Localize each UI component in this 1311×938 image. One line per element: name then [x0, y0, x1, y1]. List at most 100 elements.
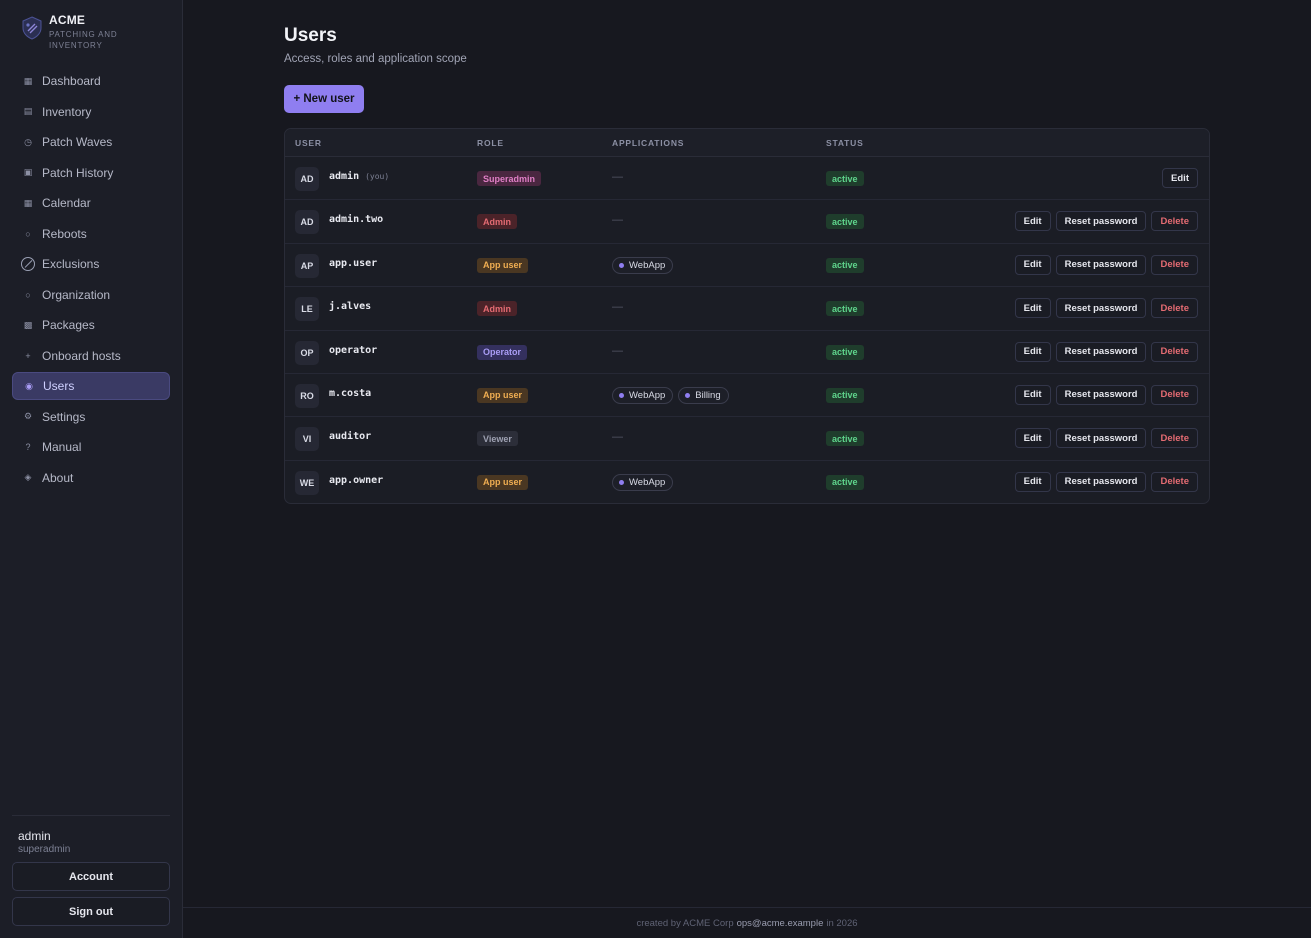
- role-badge: App user: [477, 474, 529, 490]
- delete-button[interactable]: Delete: [1151, 341, 1198, 362]
- reset-password-button[interactable]: Reset password: [1055, 211, 1147, 232]
- sidebar-item-label: Packages: [42, 318, 95, 332]
- no-applications: —: [612, 431, 623, 444]
- reset-password-button[interactable]: Reset password: [1055, 254, 1147, 275]
- table-row: OP operator Operator — active Edit Reset passw…: [285, 331, 1209, 374]
- edit-button[interactable]: Edit: [1162, 168, 1198, 188]
- brand[interactable]: ACME PATCHING AND INVENTORY: [20, 12, 129, 51]
- no-applications: —: [612, 214, 623, 227]
- app-dot-icon: [619, 479, 624, 485]
- role-badge: Admin: [477, 301, 517, 317]
- username: admin.two: [329, 214, 383, 225]
- delete-button[interactable]: Delete: [1151, 254, 1198, 275]
- edit-button[interactable]: Edit: [1014, 471, 1051, 492]
- sidebar-item-label: Patch History: [42, 165, 114, 180]
- sidebar-item-about[interactable]: ◈ About: [12, 464, 170, 492]
- delete-button[interactable]: Delete: [1151, 428, 1198, 449]
- delete-button[interactable]: Delete: [1151, 298, 1198, 319]
- footer-prefix: created by ACME Corp: [636, 917, 734, 929]
- column-header-user: USER: [295, 138, 322, 148]
- sidebar-divider: [12, 815, 170, 816]
- user-avatar: AP: [295, 253, 319, 278]
- page-title: Users: [284, 25, 337, 46]
- sidebar-item-settings[interactable]: ⚙ Settings: [12, 403, 170, 431]
- sidebar-item-calendar[interactable]: ▦ Calendar: [12, 189, 170, 217]
- footer-email-link[interactable]: ops@acme.example: [737, 918, 824, 929]
- table-row: RO m.costa App user WebApp Billing active Edit…: [285, 374, 1209, 418]
- delete-button[interactable]: Delete: [1151, 211, 1198, 232]
- row-actions: Edit Reset password Delete: [1014, 471, 1198, 492]
- user-avatar: OP: [295, 340, 319, 365]
- username: m.costa: [329, 388, 371, 399]
- plus-icon: +: [25, 350, 31, 361]
- username-text: app.owner: [329, 474, 384, 486]
- edit-button[interactable]: Edit: [1014, 298, 1051, 319]
- reset-password-button[interactable]: Reset password: [1055, 471, 1147, 492]
- sidebar-item-exclusions[interactable]: Exclusions: [12, 250, 170, 278]
- current-user-role: superadmin: [18, 844, 71, 855]
- delete-button[interactable]: Delete: [1151, 384, 1198, 405]
- user-avatar: AD: [295, 210, 319, 235]
- sidebar-item-inventory[interactable]: ▤ Inventory: [12, 98, 170, 126]
- sidebar-item-label: Calendar: [42, 196, 91, 210]
- no-applications: —: [612, 301, 623, 314]
- sidebar-item-dashboard[interactable]: ▦ Dashboard: [12, 67, 170, 95]
- users-table: USER ROLE APPLICATIONS STATUS AD admin (yo…: [284, 128, 1210, 504]
- user-avatar: AD: [295, 167, 319, 191]
- edit-button[interactable]: Edit: [1014, 211, 1051, 232]
- username: operator: [329, 345, 377, 356]
- new-user-button[interactable]: + New user: [284, 85, 364, 113]
- row-actions: Edit Reset password Delete: [1014, 211, 1198, 232]
- sidebar-item-patch-history[interactable]: ▣ Patch History: [12, 159, 170, 187]
- application-name: Billing: [695, 389, 721, 401]
- sidebar-item-label: Onboard hosts: [42, 348, 121, 363]
- username-text: auditor: [329, 431, 372, 443]
- app-dot-icon: [619, 262, 624, 268]
- column-header-applications: APPLICATIONS: [612, 138, 685, 148]
- edit-button[interactable]: Edit: [1014, 384, 1051, 405]
- application-list: WebApp: [612, 473, 674, 491]
- clock-icon: ◷: [24, 136, 32, 147]
- edit-button[interactable]: Edit: [1014, 428, 1051, 449]
- page-subtitle: Access, roles and application scope: [284, 53, 467, 65]
- reset-password-button[interactable]: Reset password: [1055, 428, 1147, 449]
- current-user-name: admin: [18, 829, 51, 843]
- reset-password-button[interactable]: Reset password: [1055, 298, 1147, 319]
- calendar-icon: ▦: [23, 197, 33, 208]
- table-row: AD admin.two Admin — active Edit Reset passwor…: [285, 200, 1209, 244]
- dashboard-icon: ▦: [23, 75, 33, 86]
- sidebar-item-label: Reboots: [42, 226, 87, 241]
- row-actions: Edit Reset password Delete: [1014, 384, 1198, 405]
- status-badge: active: [826, 214, 864, 230]
- account-button[interactable]: Account: [12, 862, 170, 891]
- no-applications: —: [612, 171, 623, 183]
- status-badge: active: [826, 257, 864, 273]
- edit-button[interactable]: Edit: [1014, 254, 1051, 275]
- sidebar: ACME PATCHING AND INVENTORY ▦ Dashboard ▤ I…: [0, 0, 183, 938]
- sidebar-item-reboots[interactable]: ○ Reboots: [12, 220, 170, 248]
- role-badge: App user: [477, 387, 529, 403]
- sidebar-item-label: Exclusions: [42, 257, 100, 271]
- user-avatar: WE: [295, 470, 319, 495]
- reset-password-button[interactable]: Reset password: [1055, 384, 1147, 405]
- reboot-icon: ○: [25, 228, 31, 239]
- edit-button[interactable]: Edit: [1014, 341, 1051, 362]
- status-badge: active: [826, 301, 864, 317]
- sidebar-item-packages[interactable]: ▩ Packages: [12, 311, 170, 339]
- status-badge: active: [826, 387, 864, 403]
- reset-password-button[interactable]: Reset password: [1055, 341, 1147, 362]
- footer-suffix: in 2026: [826, 917, 858, 929]
- delete-button[interactable]: Delete: [1151, 471, 1198, 492]
- organization-icon: ○: [25, 289, 31, 300]
- app-dot-icon: [619, 392, 624, 398]
- table-body: AD admin (you) Superadmin — active Edit AD admin…: [285, 157, 1209, 503]
- you-indicator: (you): [365, 172, 390, 181]
- sidebar-item-manual[interactable]: ? Manual: [12, 433, 170, 461]
- package-icon: ▩: [23, 319, 33, 330]
- sign-out-button[interactable]: Sign out: [12, 897, 170, 926]
- sidebar-item-users[interactable]: ◉ Users: [12, 372, 170, 400]
- sidebar-item-organization[interactable]: ○ Organization: [12, 281, 170, 309]
- sidebar-item-onboard-hosts[interactable]: + Onboard hosts: [12, 342, 170, 370]
- help-icon: ?: [25, 442, 31, 452]
- sidebar-item-patch-waves[interactable]: ◷ Patch Waves: [12, 128, 170, 156]
